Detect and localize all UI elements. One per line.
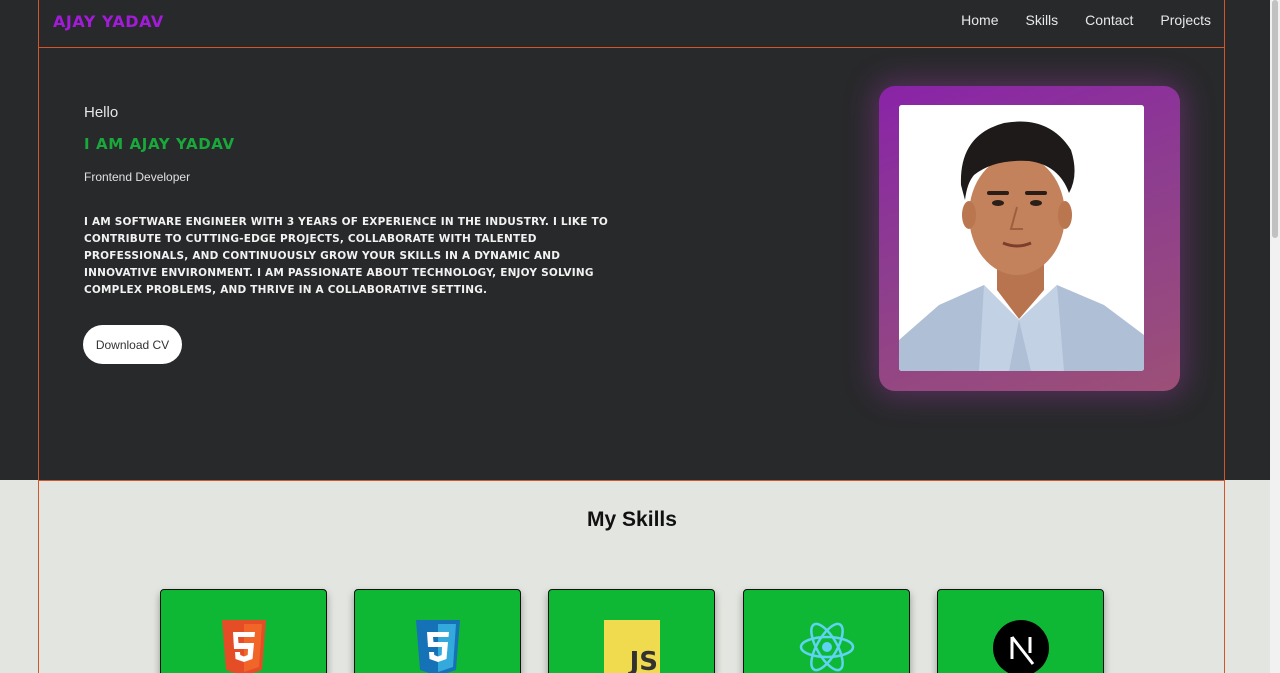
nav-link-home[interactable]: Home bbox=[961, 12, 998, 28]
nav-link-skills[interactable]: Skills bbox=[1026, 12, 1059, 28]
html5-icon bbox=[221, 620, 266, 673]
guide-line-left bbox=[38, 0, 39, 673]
download-cv-button[interactable]: Download CV bbox=[83, 325, 182, 364]
hero-bio: I am Software Engineer with 3 years of e… bbox=[84, 216, 608, 296]
css3-icon bbox=[415, 620, 460, 673]
hero-role: Frontend Developer bbox=[84, 170, 191, 184]
react-icon bbox=[799, 622, 854, 672]
guide-line-nav bbox=[38, 47, 1225, 48]
profile-photo-frame bbox=[879, 86, 1180, 391]
svg-text:JS: JS bbox=[627, 647, 657, 673]
nextjs-icon bbox=[992, 620, 1049, 673]
portfolio-page: AJAY YADAV Home Skills Contact Projects … bbox=[0, 0, 1270, 673]
skill-card-nextjs[interactable] bbox=[937, 589, 1104, 673]
hero-greeting: Hello bbox=[84, 104, 119, 121]
javascript-icon: JS bbox=[603, 620, 660, 673]
guide-line-section bbox=[38, 480, 1225, 481]
profile-photo bbox=[899, 105, 1144, 371]
nav-link-projects[interactable]: Projects bbox=[1160, 12, 1211, 28]
skills-heading: My Skills bbox=[587, 508, 677, 531]
skill-card-html[interactable] bbox=[160, 589, 327, 673]
skill-card-javascript[interactable]: JS bbox=[548, 589, 715, 673]
skill-card-css[interactable] bbox=[354, 589, 521, 673]
page-scrollbar-thumb[interactable] bbox=[1272, 0, 1278, 238]
skill-card-react[interactable] bbox=[743, 589, 910, 673]
main-nav: Home Skills Contact Projects bbox=[961, 12, 1211, 28]
profile-photo-illustration bbox=[899, 105, 1144, 371]
hero-name: I AM AJAY YADAV bbox=[84, 135, 235, 153]
site-logo[interactable]: AJAY YADAV bbox=[53, 12, 164, 31]
nav-link-contact[interactable]: Contact bbox=[1085, 12, 1133, 28]
guide-line-right bbox=[1224, 0, 1225, 673]
